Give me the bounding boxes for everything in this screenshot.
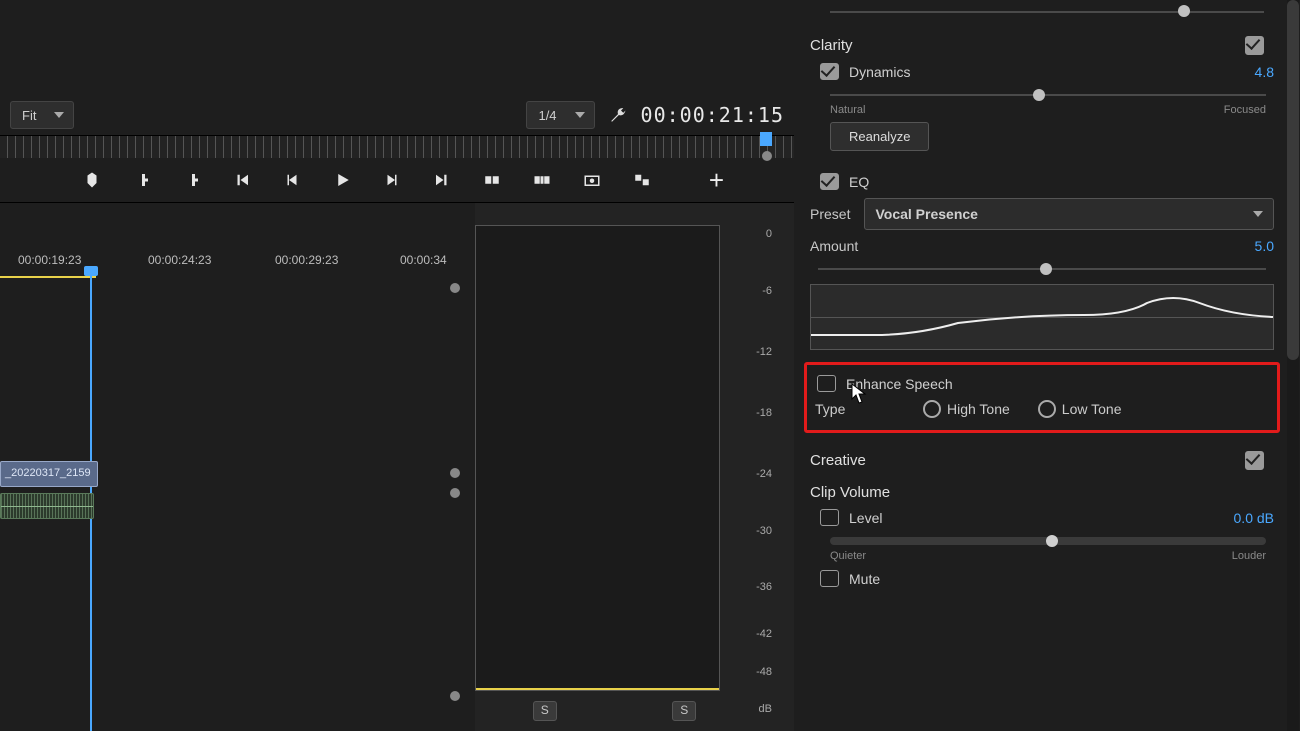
zoom-dropdown[interactable]: 1/4 bbox=[526, 101, 594, 129]
time-mark: 00:00:29:23 bbox=[275, 253, 338, 267]
clip-volume-title: Clip Volume bbox=[810, 484, 890, 501]
high-tone-label: High Tone bbox=[947, 401, 1010, 417]
mark-in-button[interactable] bbox=[132, 170, 152, 190]
dynamics-label: Dynamics bbox=[849, 64, 910, 80]
add-marker-button[interactable] bbox=[82, 170, 102, 190]
zoom-label: 1/4 bbox=[538, 108, 556, 123]
eq-checkbox[interactable] bbox=[820, 173, 839, 190]
wrench-icon[interactable] bbox=[609, 106, 627, 124]
mark-out-button[interactable] bbox=[182, 170, 202, 190]
fit-label: Fit bbox=[22, 108, 36, 123]
time-mark: 00:00:19:23 bbox=[18, 253, 81, 267]
scroll-handle-icon[interactable] bbox=[450, 283, 460, 293]
level-slider[interactable] bbox=[830, 534, 1266, 548]
eq-label: EQ bbox=[849, 174, 869, 190]
transport-bar: + bbox=[0, 158, 794, 202]
meter-scale: 0 -6 -12 -18 -24 -30 -36 -42 -48 dB bbox=[737, 225, 772, 695]
clip-volume-section-header[interactable]: Clip Volume bbox=[810, 484, 1274, 501]
scrub-handle-icon[interactable] bbox=[762, 151, 772, 161]
lower-panels: 00:00:19:23 00:00:24:23 00:00:29:23 00:0… bbox=[0, 202, 794, 731]
program-timecode[interactable]: 00:00:21:15 bbox=[641, 103, 784, 127]
radio-icon bbox=[1038, 400, 1056, 418]
eq-curve-display[interactable] bbox=[810, 284, 1274, 350]
enhance-speech-highlight: Enhance Speech Type High Tone Low Tone bbox=[804, 362, 1280, 433]
enhance-speech-checkbox[interactable] bbox=[817, 375, 836, 392]
creative-enable-checkbox[interactable] bbox=[1245, 451, 1264, 470]
mute-checkbox[interactable] bbox=[820, 570, 839, 587]
video-clip[interactable]: _20220317_2159 bbox=[0, 461, 98, 487]
chevron-down-icon bbox=[1253, 211, 1263, 217]
essential-sound-panel: Clarity Dynamics 4.8 Natural Focused Rea… bbox=[794, 0, 1300, 731]
amount-value[interactable]: 5.0 bbox=[1255, 238, 1274, 254]
timeline-panel[interactable]: 00:00:19:23 00:00:24:23 00:00:29:23 00:0… bbox=[0, 203, 475, 731]
step-back-button[interactable] bbox=[282, 170, 302, 190]
in-out-range bbox=[0, 276, 96, 278]
level-min-label: Quieter bbox=[830, 550, 866, 562]
export-frame-button[interactable] bbox=[582, 170, 602, 190]
type-label: Type bbox=[815, 401, 855, 417]
scroll-handle-icon[interactable] bbox=[450, 468, 460, 478]
level-checkbox[interactable] bbox=[820, 509, 839, 526]
dynamics-slider[interactable] bbox=[830, 88, 1266, 102]
creative-title: Creative bbox=[810, 452, 866, 469]
clarity-title: Clarity bbox=[810, 37, 853, 54]
high-tone-radio[interactable]: High Tone bbox=[923, 400, 1010, 418]
mute-label: Mute bbox=[849, 571, 880, 587]
program-monitor-area: Fit 1/4 00:00:21:15 + 00 bbox=[0, 0, 794, 731]
timeline-scrollbar[interactable] bbox=[450, 283, 460, 701]
solo-button[interactable]: S bbox=[672, 701, 696, 721]
amount-slider[interactable] bbox=[818, 262, 1266, 276]
scroll-handle-icon[interactable] bbox=[450, 691, 460, 701]
reanalyze-button[interactable]: Reanalyze bbox=[830, 122, 929, 151]
play-button[interactable] bbox=[332, 170, 352, 190]
preset-label: Preset bbox=[810, 206, 850, 222]
step-forward-button[interactable] bbox=[382, 170, 402, 190]
eq-preset-value: Vocal Presence bbox=[875, 206, 977, 222]
audio-clip[interactable] bbox=[0, 493, 94, 519]
eq-preset-dropdown[interactable]: Vocal Presence bbox=[864, 198, 1274, 230]
go-to-out-button[interactable] bbox=[432, 170, 452, 190]
fit-dropdown[interactable]: Fit bbox=[10, 101, 74, 129]
audio-meter[interactable] bbox=[475, 225, 720, 691]
dynamics-checkbox[interactable] bbox=[820, 63, 839, 80]
dynamics-min-label: Natural bbox=[830, 104, 865, 116]
solo-buttons: S S bbox=[475, 701, 754, 721]
time-mark: 00:00:34 bbox=[400, 253, 447, 267]
low-tone-label: Low Tone bbox=[1062, 401, 1122, 417]
time-mark: 00:00:24:23 bbox=[148, 253, 211, 267]
chevron-down-icon bbox=[54, 112, 64, 118]
dynamics-value[interactable]: 4.8 bbox=[1255, 64, 1274, 80]
solo-button[interactable]: S bbox=[533, 701, 557, 721]
scroll-handle-icon[interactable] bbox=[450, 488, 460, 498]
radio-icon bbox=[923, 400, 941, 418]
program-preview bbox=[0, 0, 794, 95]
dynamics-max-label: Focused bbox=[1224, 104, 1266, 116]
clarity-section-header[interactable]: Clarity bbox=[810, 36, 1274, 55]
level-max-label: Louder bbox=[1232, 550, 1266, 562]
chevron-down-icon bbox=[575, 112, 585, 118]
comparison-view-button[interactable] bbox=[632, 170, 652, 190]
button-editor-icon[interactable]: + bbox=[709, 165, 724, 196]
low-tone-radio[interactable]: Low Tone bbox=[1038, 400, 1122, 418]
audio-meters-panel: 0 -6 -12 -18 -24 -30 -36 -42 -48 dB S S bbox=[475, 203, 794, 731]
go-to-in-button[interactable] bbox=[232, 170, 252, 190]
loudness-slider[interactable] bbox=[830, 4, 1264, 18]
scrollbar-thumb[interactable] bbox=[1287, 0, 1299, 360]
monitor-toolbar: Fit 1/4 00:00:21:15 bbox=[0, 95, 794, 135]
creative-section-header[interactable]: Creative bbox=[810, 451, 1274, 470]
out-point-marker[interactable] bbox=[760, 132, 772, 146]
enhance-speech-label: Enhance Speech bbox=[846, 376, 953, 392]
clarity-enable-checkbox[interactable] bbox=[1245, 36, 1264, 55]
panel-scrollbar[interactable] bbox=[1287, 0, 1299, 731]
program-scrubber[interactable] bbox=[0, 135, 794, 158]
amount-label: Amount bbox=[810, 238, 858, 254]
level-value[interactable]: 0.0 dB bbox=[1234, 510, 1274, 526]
lift-button[interactable] bbox=[482, 170, 502, 190]
level-label: Level bbox=[849, 510, 882, 526]
extract-button[interactable] bbox=[532, 170, 552, 190]
timeline-ruler[interactable]: 00:00:19:23 00:00:24:23 00:00:29:23 00:0… bbox=[0, 253, 475, 275]
